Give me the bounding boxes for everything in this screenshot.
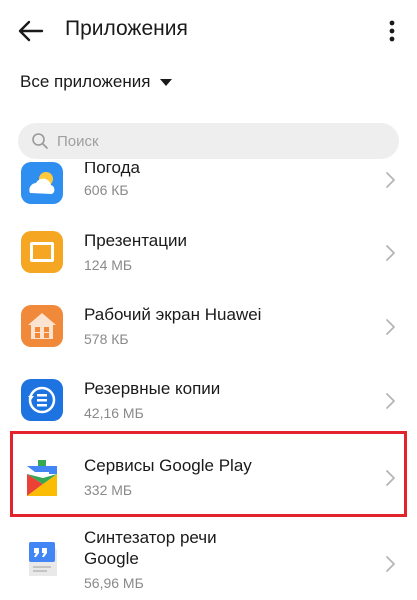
text-to-speech-icon xyxy=(29,542,57,576)
chevron-right-icon xyxy=(386,172,395,188)
list-item-backup[interactable]: Резервные копии 42,16 МБ xyxy=(0,364,417,438)
app-bar: Приложения xyxy=(0,0,417,62)
apps-filter-dropdown[interactable]: Все приложения xyxy=(20,70,173,94)
app-size: 606 КБ xyxy=(84,182,129,198)
app-size: 578 КБ xyxy=(84,331,129,347)
app-name: Сервисы Google Play xyxy=(84,456,252,475)
weather-icon xyxy=(21,162,63,204)
chevron-right-icon xyxy=(386,470,395,486)
google-play-services-icon xyxy=(27,460,57,496)
app-name: Погода xyxy=(84,162,140,177)
chevron-right-icon xyxy=(386,319,395,335)
dropdown-caret-icon xyxy=(160,78,173,86)
backup-icon xyxy=(21,379,63,421)
list-item-presentations[interactable]: Презентации 124 МБ xyxy=(0,216,417,290)
app-size: 332 МБ xyxy=(84,482,133,498)
app-size: 42,16 МБ xyxy=(84,405,144,421)
chevron-right-icon xyxy=(386,393,395,409)
chevron-right-icon xyxy=(386,556,395,572)
list-item-weather[interactable]: Погода 606 КБ xyxy=(0,162,417,222)
filter-label: Все приложения xyxy=(20,72,151,91)
search-placeholder: Поиск xyxy=(57,132,99,150)
list-item-google-play-services[interactable]: Сервисы Google Play 332 МБ xyxy=(0,438,417,516)
page-title: Приложения xyxy=(65,17,188,40)
app-name-line2: Google xyxy=(84,549,139,568)
more-options-icon[interactable] xyxy=(380,14,404,48)
app-size: 56,96 МБ xyxy=(84,575,144,591)
list-item-huawei-launcher[interactable]: Рабочий экран Huawei 578 КБ xyxy=(0,290,417,364)
app-name: Презентации xyxy=(84,231,187,250)
app-name: Рабочий экран Huawei xyxy=(84,305,262,324)
app-name-line1: Синтезатор речи xyxy=(84,528,217,547)
search-input[interactable]: Поиск xyxy=(18,123,399,159)
search-icon xyxy=(32,133,48,149)
app-size: 124 МБ xyxy=(84,257,133,273)
chevron-right-icon xyxy=(386,245,395,261)
app-list[interactable]: Погода 606 КБ Презентации 124 МБ Рабочий… xyxy=(0,162,417,600)
back-arrow-icon[interactable] xyxy=(14,14,48,48)
app-name: Резервные копии xyxy=(84,379,221,398)
home-launcher-icon xyxy=(21,305,63,347)
list-item-text-to-speech[interactable]: Синтезатор речи Google 56,96 МБ xyxy=(0,522,417,600)
presentations-icon xyxy=(21,231,63,273)
